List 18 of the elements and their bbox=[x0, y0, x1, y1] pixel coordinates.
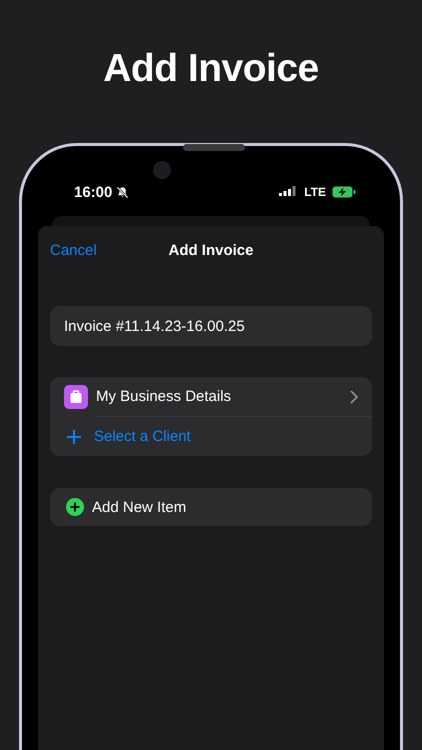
plus-icon bbox=[66, 428, 82, 444]
battery-charging-icon bbox=[332, 186, 356, 198]
network-label: LTE bbox=[304, 185, 326, 199]
plus-circle-icon bbox=[66, 498, 84, 516]
cancel-button[interactable]: Cancel bbox=[50, 242, 97, 258]
invoice-number-field[interactable]: Invoice #11.14.23-16.00.25 bbox=[50, 306, 372, 346]
signal-icon bbox=[279, 186, 298, 198]
chevron-right-icon bbox=[350, 390, 358, 404]
front-camera bbox=[153, 161, 171, 179]
bell-slash-icon bbox=[116, 186, 130, 198]
select-client-row[interactable]: Select a Client bbox=[50, 417, 372, 456]
add-item-row[interactable]: Add New Item bbox=[50, 488, 372, 526]
status-time: 16:00 bbox=[74, 184, 112, 200]
nav-title: Add Invoice bbox=[168, 242, 254, 258]
business-details-row[interactable]: My Business Details bbox=[50, 377, 372, 416]
headline: Add Invoice bbox=[103, 46, 319, 90]
briefcase-icon bbox=[64, 384, 88, 408]
speaker-grille bbox=[183, 144, 245, 151]
